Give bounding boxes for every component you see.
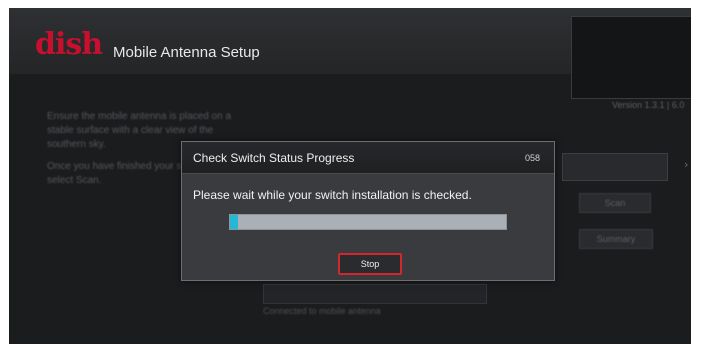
version-label: Version 1.3.1 | 6.0 <box>612 100 685 110</box>
dialog-title: Check Switch Status Progress <box>193 151 355 165</box>
switch-status-dialog: Check Switch Status Progress 058 Please … <box>181 141 555 281</box>
app-title: Mobile Antenna Setup <box>113 44 260 61</box>
dish-logo: dish <box>35 27 103 62</box>
dialog-code: 058 <box>524 153 540 163</box>
tv-screen: dish Mobile Antenna Setup Version 1.3.1 … <box>9 8 691 344</box>
status-panel <box>263 284 487 304</box>
selection-field[interactable] <box>562 153 668 181</box>
progress-bar <box>229 214 507 230</box>
dialog-message: Please wait while your switch installati… <box>193 188 472 202</box>
stop-button[interactable]: Stop <box>338 253 402 275</box>
dialog-header: Check Switch Status Progress 058 <box>182 142 554 174</box>
video-preview <box>571 16 691 99</box>
scan-button[interactable]: Scan <box>579 193 651 213</box>
progress-fill <box>230 215 239 229</box>
chevron-right-icon[interactable]: › <box>684 158 688 171</box>
summary-button[interactable]: Summary <box>579 229 653 249</box>
connection-caption: Connected to mobile antenna <box>263 306 381 316</box>
